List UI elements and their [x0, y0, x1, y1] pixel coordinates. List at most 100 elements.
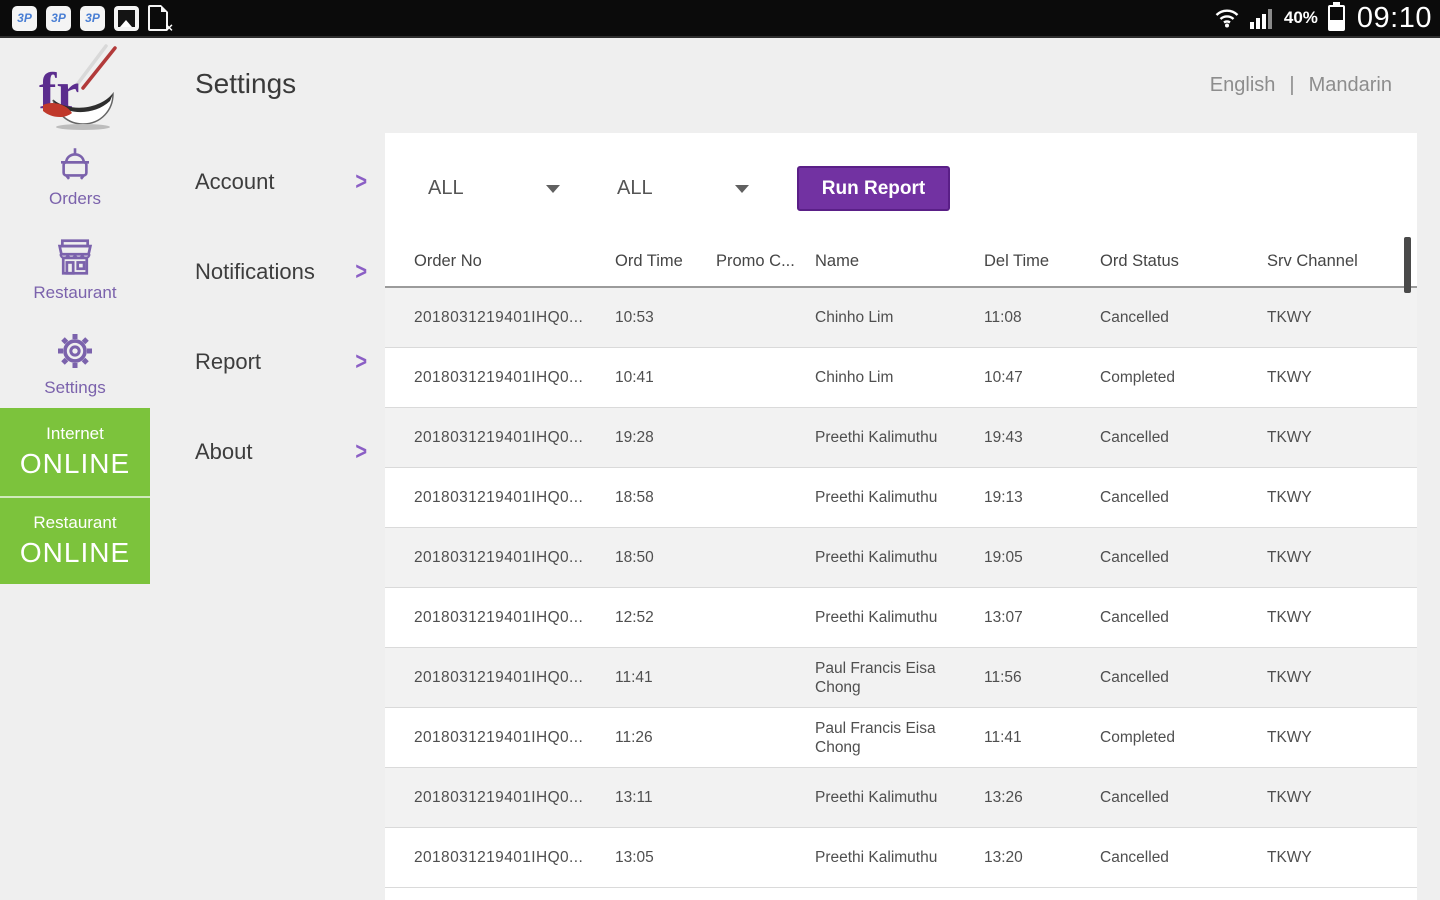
cell-name: Preethi Kalimuthu: [815, 548, 984, 567]
cell-del-time: 11:56: [984, 669, 1100, 687]
menu-item-account[interactable]: Account >: [195, 164, 367, 200]
cell-ord-time: 13:05: [615, 849, 716, 867]
filter-dropdown-2[interactable]: ALL: [617, 177, 749, 200]
table-row[interactable]: 2018031219401IHQ0... 13:11 Preethi Kalim…: [385, 768, 1417, 828]
column-header-order-no: Order No: [414, 252, 615, 271]
status-box-label: Restaurant: [0, 513, 150, 533]
language-mandarin-link[interactable]: Mandarin: [1309, 74, 1392, 97]
table-row[interactable]: 2018031219401IHQ0... 18:58 Preethi Kalim…: [385, 468, 1417, 528]
system-status-area: 40% 09:10: [1214, 2, 1432, 35]
cell-name: Preethi Kalimuthu: [815, 608, 984, 627]
status-box-label: Internet: [0, 424, 150, 444]
report-panel: ALL ALL Run Report Order No Ord Time Pro…: [385, 133, 1417, 900]
page-title: Settings: [195, 68, 296, 100]
cell-del-time: 19:05: [984, 549, 1100, 567]
cell-srv-channel: TKWY: [1267, 369, 1417, 387]
cell-ord-status: Cancelled: [1100, 609, 1267, 627]
notification-icon-label: 3P: [51, 11, 66, 25]
table-row[interactable]: 2018031219401IHQ0... 19:28 Preethi Kalim…: [385, 408, 1417, 468]
column-header-del-time: Del Time: [984, 252, 1100, 271]
table-row[interactable]: 2018031219401IHQ0... 11:26 Paul Francis …: [385, 708, 1417, 768]
column-header-name: Name: [815, 252, 984, 271]
menu-item-report[interactable]: Report >: [195, 344, 367, 380]
battery-percentage: 40%: [1284, 8, 1318, 28]
menu-item-label: Report: [195, 349, 261, 375]
chevron-right-icon: >: [355, 348, 367, 377]
column-header-ord-time: Ord Time: [615, 252, 716, 271]
run-report-button[interactable]: Run Report: [797, 166, 950, 211]
cell-order-no: 2018031219401IHQ0...: [414, 849, 615, 867]
cell-ord-status: Cancelled: [1100, 789, 1267, 807]
cell-order-no: 2018031219401IHQ0...: [414, 309, 615, 327]
cell-ord-time: 18:50: [615, 549, 716, 567]
cell-ord-time: 18:58: [615, 489, 716, 507]
cell-del-time: 13:26: [984, 789, 1100, 807]
sidebar-item-settings[interactable]: Settings: [0, 331, 150, 398]
cell-srv-channel: TKWY: [1267, 429, 1417, 447]
cell-ord-time: 10:53: [615, 309, 716, 327]
cell-del-time: 13:20: [984, 849, 1100, 867]
document-error-icon: ×: [148, 5, 168, 31]
cell-srv-channel: TKWY: [1267, 729, 1417, 747]
column-header-promo-code: Promo C...: [716, 252, 815, 271]
notification-area: 3P 3P 3P ×: [12, 5, 168, 31]
menu-item-about[interactable]: About >: [195, 434, 367, 470]
cell-del-time: 10:47: [984, 369, 1100, 387]
cell-ord-status: Cancelled: [1100, 429, 1267, 447]
cell-order-no: 2018031219401IHQ0...: [414, 429, 615, 447]
cell-del-time: 11:41: [984, 729, 1100, 747]
filter-dropdown-value: ALL: [617, 177, 653, 200]
cell-srv-channel: TKWY: [1267, 609, 1417, 627]
status-box-state: ONLINE: [0, 448, 150, 480]
cell-ord-time: 19:28: [615, 429, 716, 447]
cell-name: Chinho Lim: [815, 308, 984, 327]
cell-order-no: 2018031219401IHQ0...: [414, 669, 615, 687]
table-row[interactable]: 2018031219401IHQ0... 10:53 Chinho Lim 11…: [385, 288, 1417, 348]
sidebar-item-label: Restaurant: [0, 283, 150, 303]
status-bar-clock: 09:10: [1357, 2, 1432, 35]
dropdown-arrow-icon: [735, 185, 749, 193]
status-box-state: ONLINE: [0, 537, 150, 569]
cell-order-no: 2018031219401IHQ0...: [414, 609, 615, 627]
battery-icon: [1328, 5, 1345, 31]
language-switcher: English | Mandarin: [1210, 74, 1392, 97]
sidebar-item-orders[interactable]: Orders: [0, 146, 150, 209]
table-row[interactable]: 2018031219401IHQ0... 10:41 Chinho Lim 10…: [385, 348, 1417, 408]
dropdown-arrow-icon: [546, 185, 560, 193]
cell-order-no: 2018031219401IHQ0...: [414, 369, 615, 387]
table-row[interactable]: 2018031219401IHQ0... 12:52 Preethi Kalim…: [385, 588, 1417, 648]
cell-order-no: 2018031219401IHQ0...: [414, 549, 615, 567]
table-row[interactable]: 2018031219401IHQ0... 18:50 Preethi Kalim…: [385, 528, 1417, 588]
screenshot-icon: [114, 6, 139, 31]
cell-srv-channel: TKWY: [1267, 489, 1417, 507]
android-status-bar[interactable]: 3P 3P 3P × 40% 09:10: [0, 0, 1440, 38]
filter-dropdown-1[interactable]: ALL: [428, 177, 560, 200]
chevron-right-icon: >: [355, 168, 367, 197]
table-row[interactable]: 2018031219401IHQ0... 13:05 Preethi Kalim…: [385, 828, 1417, 888]
sidebar-item-label: Orders: [0, 189, 150, 209]
cell-srv-channel: TKWY: [1267, 789, 1417, 807]
menu-item-notifications[interactable]: Notifications >: [195, 254, 367, 290]
cell-ord-status: Cancelled: [1100, 309, 1267, 327]
cell-name: Preethi Kalimuthu: [815, 428, 984, 447]
cell-order-no: 2018031219401IHQ0...: [414, 789, 615, 807]
app-logo: fr: [27, 42, 123, 143]
sidebar: fr Orders: [0, 38, 150, 900]
foodrazor-logo-icon: fr: [27, 42, 123, 138]
wifi-icon: [1214, 7, 1240, 29]
cell-srv-channel: TKWY: [1267, 549, 1417, 567]
cell-srv-channel: TKWY: [1267, 849, 1417, 867]
cell-del-time: 19:13: [984, 489, 1100, 507]
chevron-right-icon: >: [355, 438, 367, 467]
cell-ord-status: Cancelled: [1100, 549, 1267, 567]
scrollbar-thumb[interactable]: [1404, 237, 1411, 293]
cell-ord-time: 11:41: [615, 669, 716, 687]
sidebar-item-restaurant[interactable]: Restaurant: [0, 238, 150, 303]
cell-name: Paul Francis Eisa Chong: [815, 659, 984, 697]
table-row[interactable]: 2018031219401IHQ0... 11:41 Paul Francis …: [385, 648, 1417, 708]
cell-name: Preethi Kalimuthu: [815, 788, 984, 807]
cell-del-time: 19:43: [984, 429, 1100, 447]
menu-item-label: Notifications: [195, 259, 315, 285]
language-english-link[interactable]: English: [1210, 74, 1276, 97]
orders-table-rows: 2018031219401IHQ0... 10:53 Chinho Lim 11…: [385, 288, 1417, 900]
